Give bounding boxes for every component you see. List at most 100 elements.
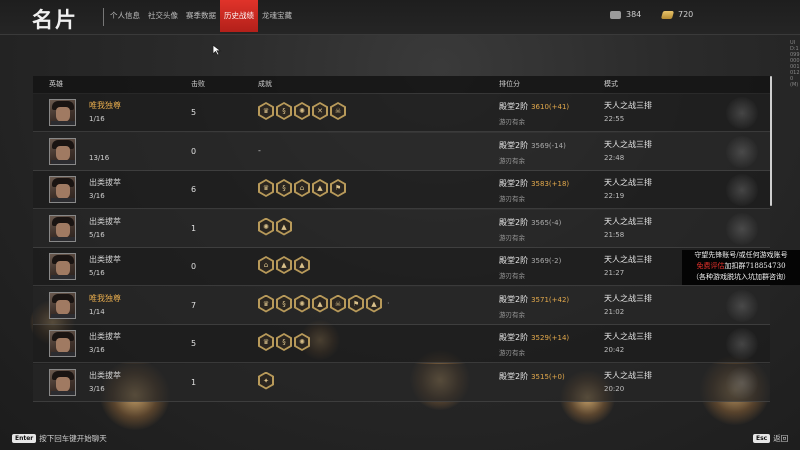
performance-rating: 游刃有余 <box>499 233 525 242</box>
table-row[interactable]: 出类拔萃 3/16 6 ♛ § ⌂ ▲ ⚑ 殿堂2阶 3583(+18) 游刃有余 天人之战三排 22:… <box>33 171 770 209</box>
rank-tier-label: 殿堂2阶 <box>499 256 529 265</box>
scroll-badge-icon[interactable]: § <box>276 294 292 313</box>
mountain-badge-icon[interactable]: ▲ <box>312 294 328 313</box>
rank-tier: 殿堂2阶 3610(+41) <box>499 101 569 112</box>
placement: 1/14 <box>89 307 105 316</box>
tab-season-data[interactable]: 赛季数据 <box>182 0 220 32</box>
mode-emblem-icon <box>726 289 758 322</box>
gold-ingot-icon <box>660 10 675 19</box>
mountain-badge-icon[interactable]: ▲ <box>294 256 310 274</box>
rank-tier-label: 殿堂2阶 <box>499 333 529 342</box>
gate-badge-icon[interactable]: ⌂ <box>294 179 310 197</box>
swirl-badge-icon[interactable]: ✺ <box>294 102 310 120</box>
scrollbar[interactable] <box>770 76 772 206</box>
match-title: 出类拔萃 <box>89 178 121 187</box>
achievement-list: ♛ § ✺ ▲ ☠ ⚑ ▲ · <box>258 294 390 313</box>
promo-overlay: 守望先锋账号/或任何游戏账号 免费评估加扣群718854730 （各种游戏脱坑入… <box>682 250 800 285</box>
achievement-list: ✺ ▲ <box>258 217 292 236</box>
scroll-badge-icon[interactable]: § <box>276 102 292 120</box>
blade-badge-icon[interactable]: ✦ <box>258 371 274 390</box>
top-bar: 名片 个人信息 社交头像 赛季数据 历史战绩 龙魂宝藏 384 720 <box>0 0 800 35</box>
match-time: 22:48 <box>604 153 625 162</box>
tab-dragon-treasure[interactable]: 龙魂宝藏 <box>258 0 296 32</box>
mode-emblem-icon <box>726 174 758 206</box>
page-title: 名片 <box>32 8 78 32</box>
match-time: 22:19 <box>604 192 625 200</box>
achievement-list: ✦ <box>258 371 274 390</box>
kill-count: 0 <box>191 262 197 271</box>
table-row[interactable]: 出类拔萃 3/16 5 ♛ § ✺ 殿堂2阶 3529(+14) 游刃有余 天人之战三排 20:42 <box>33 325 770 363</box>
mode-emblem-icon <box>726 135 758 168</box>
mode-emblem-icon <box>726 328 758 360</box>
rank-tier: 殿堂2阶 3571(+42) <box>499 294 569 305</box>
rank-score-change: 3569(-2) <box>531 257 562 265</box>
table-row[interactable]: 唯我独尊 1/14 7 ♛ § ✺ ▲ ☠ ⚑ ▲ · 殿堂2阶 3571(+42) 游刃有余 天人之战三排… <box>33 286 770 325</box>
table-row[interactable]: 出类拔萃 3/16 1 ✦ 殿堂2阶 3515(+0) 天人之战三排 20:20 <box>33 363 770 402</box>
crown-badge-icon[interactable]: ♛ <box>258 333 274 351</box>
rank-tier: 殿堂2阶 3565(-4) <box>499 217 561 228</box>
gold-amount: 720 <box>678 10 694 19</box>
swirl-badge-icon[interactable]: ✺ <box>294 333 310 351</box>
more-indicator: · <box>387 299 390 308</box>
mountain-badge-icon[interactable]: ▲ <box>366 294 382 313</box>
rank-tier-label: 殿堂2阶 <box>499 294 529 304</box>
achievement-list: ⌂ ▲ ▲ <box>258 256 310 274</box>
swirl-badge-icon[interactable]: ✺ <box>294 294 310 313</box>
placement: 1/16 <box>89 115 105 123</box>
table-row[interactable]: 13/16 0 - 殿堂2阶 3569(-14) 游刃有余 天人之战三排 22:48 <box>33 132 770 171</box>
match-time: 20:42 <box>604 346 625 354</box>
back-button[interactable]: Esc 返回 <box>753 433 788 444</box>
title-divider <box>103 8 104 26</box>
rank-score-change: 3610(+41) <box>531 103 570 111</box>
swirl-badge-icon[interactable]: ✺ <box>258 217 274 236</box>
kill-count: 1 <box>191 223 197 233</box>
mountain-badge-icon[interactable]: ▲ <box>276 217 292 236</box>
game-mode: 天人之战三排 <box>604 293 652 303</box>
scroll-badge-icon[interactable]: § <box>276 333 292 351</box>
flag-badge-icon[interactable]: ⚑ <box>330 179 346 197</box>
tab-match-history[interactable]: 历史战绩 <box>220 0 258 32</box>
rank-score-change: 3569(-14) <box>531 141 566 150</box>
hero-avatar <box>49 176 76 203</box>
uid-watermark: UID:10990000010120(M) <box>790 40 800 88</box>
table-row[interactable]: 唯我独尊 1/16 5 ♛ § ✺ ✕ ☠ 殿堂2阶 3610(+41) 游刃有余 天人之战三排 22:… <box>33 94 770 132</box>
placement: 13/16 <box>89 153 110 162</box>
hero-avatar <box>49 253 76 280</box>
match-history-table: 英雄 击败 成就 排位分 模式 唯我独尊 1/16 5 ♛ § ✺ ✕ ☠ 殿堂2阶 3610(+… <box>33 76 770 402</box>
table-row[interactable]: 出类拔萃 5/16 1 ✺ ▲ 殿堂2阶 3565(-4) 游刃有余 天人之战三排 21:58 <box>33 209 770 248</box>
table-row[interactable]: 出类拔萃 5/16 0 ⌂ ▲ ▲ 殿堂2阶 3569(-2) 游刃有余 天人之战三排 21:27 <box>33 248 770 286</box>
crown-badge-icon[interactable]: ♛ <box>258 102 274 120</box>
rank-tier-label: 殿堂2阶 <box>499 179 529 188</box>
tab-personal-info[interactable]: 个人信息 <box>106 0 144 32</box>
crown-badge-icon[interactable]: ♛ <box>258 179 274 197</box>
scroll-badge-icon[interactable]: § <box>276 179 292 197</box>
mode-emblem-icon <box>726 97 758 129</box>
mode-emblem-icon <box>726 366 758 399</box>
skull-badge-icon[interactable]: ☠ <box>330 294 346 313</box>
promo-line-1: 守望先锋账号/或任何游戏账号 <box>694 251 788 259</box>
placement: 5/16 <box>89 230 105 239</box>
promo-line-2: 加扣群718854730 <box>724 262 786 270</box>
promo-line-2-red: 免费评估 <box>696 262 725 270</box>
crown-badge-icon[interactable]: ♛ <box>258 294 274 313</box>
column-mode: 模式 <box>604 80 618 88</box>
swords-badge-icon[interactable]: ✕ <box>312 102 328 120</box>
chat-hint-text: 按下回车键开始聊天 <box>39 434 107 443</box>
match-title: 唯我独尊 <box>89 293 121 303</box>
no-achievement: - <box>258 145 261 155</box>
mountain-badge-icon[interactable]: ▲ <box>312 179 328 197</box>
column-kills: 击败 <box>191 80 205 88</box>
chat-hint[interactable]: Enter 按下回车键开始聊天 <box>12 433 107 444</box>
hero-avatar <box>49 368 76 396</box>
rank-score-change: 3583(+18) <box>531 180 570 188</box>
game-mode: 天人之战三排 <box>604 255 652 264</box>
house-badge-icon[interactable]: ⌂ <box>258 256 274 274</box>
flag-badge-icon[interactable]: ⚑ <box>348 294 364 313</box>
mountain-badge-icon[interactable]: ▲ <box>276 256 292 274</box>
rank-score-change: 3529(+14) <box>531 334 570 342</box>
skull-badge-icon[interactable]: ☠ <box>330 102 346 120</box>
game-mode: 天人之战三排 <box>604 370 652 380</box>
tab-social-avatar[interactable]: 社交头像 <box>144 0 182 32</box>
performance-rating: 游刃有余 <box>499 156 525 165</box>
enter-key-badge: Enter <box>12 434 37 443</box>
